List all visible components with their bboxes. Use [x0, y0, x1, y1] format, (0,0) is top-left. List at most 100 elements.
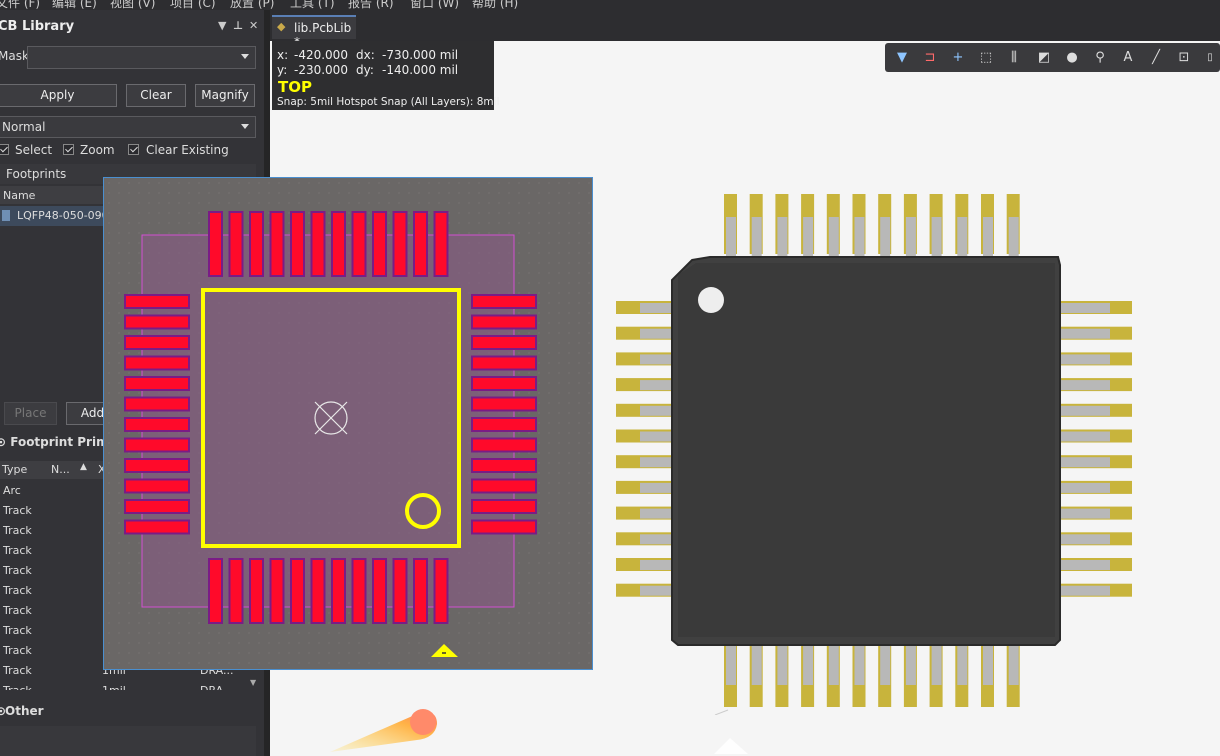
more-icon[interactable]: ▯: [1201, 49, 1219, 67]
lead: [983, 217, 993, 257]
lead: [1058, 457, 1110, 468]
lead: [1058, 380, 1110, 391]
primitive-type: Track: [3, 644, 32, 657]
lead: [1058, 482, 1110, 493]
footprint-drawing: [104, 178, 592, 669]
pad: [292, 560, 303, 622]
menu-window[interactable]: 窗口 (W): [410, 0, 459, 10]
pad: [353, 213, 365, 275]
lead: [726, 645, 736, 685]
pad: [473, 337, 535, 348]
filter-icon[interactable]: ▼: [893, 49, 911, 67]
primitive-type: Track: [3, 684, 32, 697]
lead: [803, 217, 814, 257]
place-button[interactable]: Place: [4, 402, 57, 425]
dx-value: -730.000 mil: [382, 48, 459, 62]
lead: [1058, 303, 1110, 313]
lead: [905, 645, 916, 685]
pad: [126, 521, 188, 533]
pad: [210, 560, 221, 622]
primitive-layer: DRA: [200, 684, 224, 697]
dy-value: -140.000 mil: [382, 63, 459, 77]
sort-up-icon: ▲: [80, 462, 87, 472]
dx-label: dx:: [356, 48, 375, 62]
lead: [880, 645, 891, 685]
other-section-header[interactable]: ⊙ Other: [0, 700, 256, 722]
menu-help[interactable]: 帮助 (H): [472, 0, 518, 10]
lead: [1058, 328, 1110, 339]
scroll-down-icon[interactable]: ▼: [250, 678, 256, 687]
menu-file[interactable]: 文件 (F): [0, 0, 40, 10]
pcblib-icon: ◆: [277, 20, 286, 33]
primitive-type: Track: [3, 524, 32, 537]
pad: [126, 439, 188, 451]
y-value: -230.000: [294, 63, 348, 77]
pin1-marker: [698, 287, 724, 313]
type-column-label[interactable]: Type: [2, 463, 27, 476]
pad: [435, 560, 447, 622]
x-value: -420.000: [294, 48, 348, 62]
lead: [854, 645, 865, 685]
pad: [251, 560, 262, 622]
pad: [473, 398, 535, 410]
pad: [415, 560, 426, 622]
dimension-icon[interactable]: ⊡: [1175, 49, 1193, 67]
footprint-2d-view[interactable]: [103, 177, 593, 670]
route-icon[interactable]: ⊐: [921, 49, 939, 67]
lead: [777, 217, 788, 257]
pad: [126, 337, 188, 348]
lead: [1008, 645, 1019, 685]
add-icon[interactable]: +: [949, 49, 967, 67]
lead: [1058, 431, 1110, 442]
via-icon[interactable]: ⚲: [1091, 49, 1109, 67]
coordinate-readout: x: -420.000 dx: -730.000 mil y: -230.000…: [272, 41, 500, 110]
lead: [1058, 585, 1110, 596]
pad: [394, 560, 406, 622]
lead: [880, 217, 891, 257]
lead: [905, 217, 916, 257]
lead: [828, 217, 839, 257]
lead: [1008, 217, 1019, 257]
menu-tools[interactable]: 工具 (T): [290, 0, 335, 10]
current-layer: TOP: [278, 78, 312, 96]
select-rect-icon[interactable]: ⬚: [977, 49, 995, 67]
align-icon[interactable]: ⫼: [1005, 49, 1023, 67]
chip-top-face: [678, 263, 1055, 637]
lead: [957, 645, 968, 685]
pad: [126, 378, 188, 389]
lead: [1058, 534, 1110, 545]
line-icon[interactable]: ╱: [1147, 49, 1165, 67]
menu-edit[interactable]: 编辑 (E): [52, 0, 97, 10]
origin-arrow-icon: [714, 738, 748, 754]
other-header-label: Other: [5, 704, 44, 718]
active-toolbar: ▼ ⊐ + ⬚ ⫼ ◩ ● ⚲ A ╱ ⊡ ▯: [885, 43, 1220, 72]
menu-reports[interactable]: 报告 (R): [348, 0, 394, 10]
pad: [126, 296, 188, 307]
pad: [126, 460, 188, 471]
pad: [126, 501, 188, 512]
name-column-label[interactable]: N...: [51, 463, 70, 476]
pad: [230, 560, 242, 622]
document-tab[interactable]: ◆ lib.PcbLib *: [272, 15, 356, 49]
pad: [473, 296, 535, 307]
pad: [126, 419, 188, 430]
lead: [1058, 354, 1110, 365]
pad: [473, 419, 535, 430]
menu-bar: 文件 (F) 编辑 (E) 视图 (V) 项目 (C) 放置 (P) 工具 (T…: [0, 0, 1220, 10]
primitive-type: Track: [3, 584, 32, 597]
text-icon[interactable]: A: [1119, 49, 1137, 67]
pad: [126, 480, 188, 492]
lead: [1058, 560, 1110, 570]
component-3d-view: [616, 194, 1132, 715]
menu-place[interactable]: 放置 (P): [230, 0, 274, 10]
table-row[interactable]: Track 1mil DRA: [0, 681, 256, 697]
layer-icon[interactable]: ◩: [1035, 49, 1053, 67]
lead: [803, 645, 814, 685]
menu-view[interactable]: 视图 (V): [110, 0, 155, 10]
pad: [312, 560, 324, 622]
pad: [126, 398, 188, 410]
menu-project[interactable]: 项目 (C): [170, 0, 216, 10]
lead: [1058, 405, 1110, 416]
pad: [374, 560, 385, 622]
pad-icon[interactable]: ●: [1063, 49, 1081, 67]
